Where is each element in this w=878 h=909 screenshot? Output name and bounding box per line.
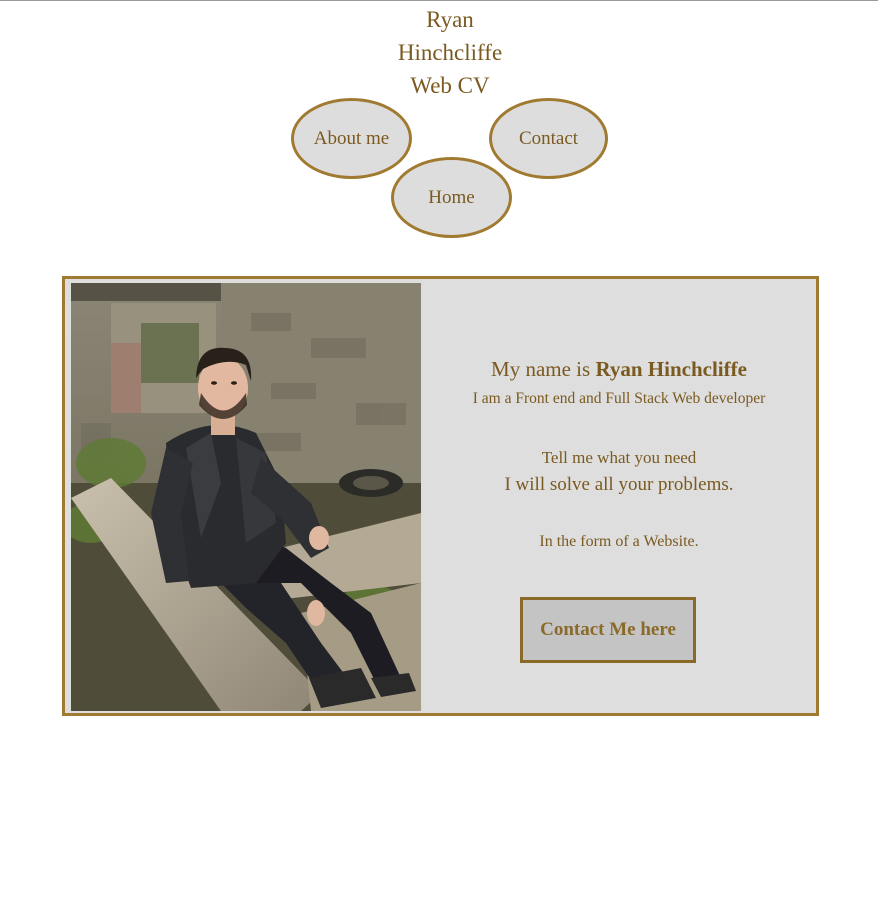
site-title: Ryan Hinchcliffe Web CV — [0, 3, 878, 102]
nav-about-button[interactable]: About me — [291, 98, 412, 179]
solve-text: I will solve all your problems. — [504, 474, 734, 495]
nav-home-button[interactable]: Home — [391, 157, 512, 238]
nav-about-label: About me — [313, 127, 390, 149]
nav-contact-label: Contact — [518, 127, 579, 149]
profile-info: My name is Ryan Hinchcliffe I am a Front… — [421, 279, 817, 713]
contact-me-label: Contact Me here — [540, 619, 676, 640]
nav-home-label: Home — [428, 186, 475, 208]
profile-name: Ryan Hinchcliffe — [595, 357, 747, 381]
profile-card: My name is Ryan Hinchcliffe I am a Front… — [62, 276, 819, 716]
top-divider — [0, 0, 878, 1]
nav-contact-button[interactable]: Contact — [489, 98, 608, 179]
intro-text: My name is Ryan Hinchcliffe — [421, 356, 817, 382]
contact-me-button[interactable]: Contact Me here — [520, 597, 696, 663]
profile-photo — [71, 283, 421, 711]
need-text: Tell me what you need — [541, 448, 697, 467]
site-title-line-3: Web CV — [410, 73, 490, 98]
site-title-line-2: Hinchcliffe — [397, 40, 503, 65]
role-text: I am a Front end and Full Stack Web deve… — [472, 390, 766, 407]
form-text: In the form of a Website. — [539, 533, 699, 550]
intro-prefix: My name is — [491, 357, 596, 381]
site-title-line-1: Ryan — [426, 7, 474, 32]
